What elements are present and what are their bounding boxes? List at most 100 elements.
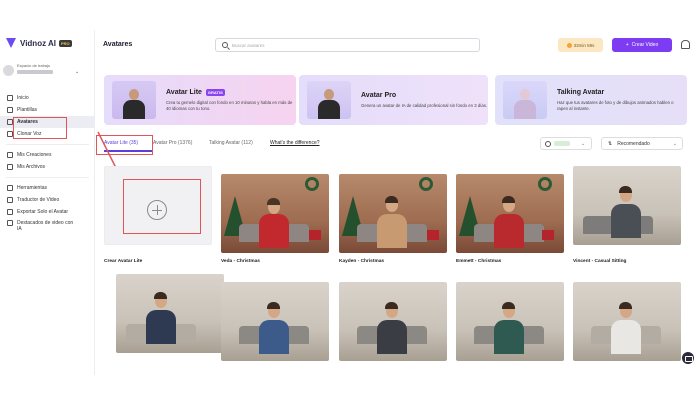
tile-label: Veda - Christmas bbox=[221, 259, 260, 264]
gift-decoration bbox=[542, 230, 554, 240]
sidebar-item-mis-archivos[interactable]: Mis Archivos bbox=[0, 161, 95, 173]
create-video-label: Crear Video bbox=[631, 42, 659, 48]
sidebar-item-herramientas[interactable]: Herramientas bbox=[0, 182, 95, 194]
filter-pill bbox=[554, 141, 570, 146]
card-avatar-lite[interactable]: Avatar Lite GRATIS Crea tu gemelo digita… bbox=[104, 75, 296, 125]
bell-icon[interactable] bbox=[681, 40, 690, 49]
person-hair bbox=[385, 302, 398, 309]
card-title-text: Avatar Lite bbox=[166, 88, 202, 96]
workspace-name-redacted bbox=[17, 70, 53, 74]
creations-icon bbox=[7, 152, 13, 158]
sidebar-item-label: Mis Archivos bbox=[17, 164, 46, 170]
sidebar-item-label: Inicio bbox=[17, 95, 29, 101]
whats-the-difference-link[interactable]: What's the difference? bbox=[270, 140, 320, 146]
files-icon bbox=[7, 164, 13, 170]
create-video-button[interactable]: + Crear Video bbox=[612, 38, 672, 52]
gift-decoration bbox=[309, 230, 321, 240]
card-text: Avatar Pro Genera un avatar de IA de cal… bbox=[361, 92, 489, 109]
sort-select[interactable]: ⇅ Recomendado ⌄ bbox=[601, 137, 683, 150]
chevron-down-icon: ⌄ bbox=[75, 69, 80, 75]
card-title: Avatar Pro bbox=[361, 92, 489, 99]
person-head bbox=[129, 89, 139, 100]
person-body bbox=[318, 100, 340, 119]
person-body bbox=[123, 100, 145, 119]
card-image bbox=[503, 81, 547, 119]
sort-icon: ⇅ bbox=[608, 140, 613, 147]
tile-label: Emmett - Christmas bbox=[456, 259, 502, 264]
export-icon bbox=[7, 209, 13, 215]
divider bbox=[6, 177, 89, 178]
home-icon bbox=[7, 95, 13, 101]
sidebar-nav: Inicio Plantillas Avatares Clonar Voz Mi… bbox=[0, 92, 95, 234]
gratis-badge: GRATIS bbox=[205, 88, 225, 96]
avatar-tile[interactable] bbox=[456, 282, 564, 361]
pro-badge: PRO bbox=[59, 39, 72, 47]
sort-label: Recomendado bbox=[617, 140, 650, 147]
tab-avatar-pro[interactable]: Avatar Pro (1376) bbox=[153, 140, 192, 146]
card-title-text: Talking Avatar bbox=[557, 88, 605, 96]
person-body bbox=[377, 214, 407, 248]
tile-label: Kayden - Christmas bbox=[339, 259, 385, 264]
person-hair bbox=[267, 302, 280, 309]
person-hair bbox=[267, 198, 280, 205]
card-avatar-pro[interactable]: Avatar Pro Genera un avatar de IA de cal… bbox=[299, 75, 488, 125]
avatar-tile-kayden[interactable] bbox=[339, 174, 447, 253]
filter-toggle[interactable]: ⌄ bbox=[540, 137, 592, 150]
card-desc: Haz que tus avatares de foto y de dibujo… bbox=[557, 99, 674, 111]
card-text: Talking Avatar Haz que tus avatares de f… bbox=[557, 89, 685, 112]
header: Avatares Buscar avatares 33min 59s + Cre… bbox=[95, 30, 700, 60]
sidebar-item-label: Plantillas bbox=[17, 107, 38, 113]
tab-talking-avatar[interactable]: Talking Avatar (112) bbox=[209, 140, 253, 146]
person-body bbox=[514, 100, 536, 119]
search-placeholder: Buscar avatares bbox=[232, 42, 265, 48]
avatar-tile-vincent[interactable] bbox=[573, 166, 681, 245]
tools-icon bbox=[7, 185, 13, 191]
sidebar-item-destacados[interactable]: Destacados de video con IA bbox=[0, 218, 95, 234]
card-title-text: Avatar Pro bbox=[361, 91, 397, 99]
sidebar-item-label: Destacados de video con IA bbox=[17, 220, 74, 232]
person-body bbox=[146, 310, 176, 344]
avatar-tile[interactable] bbox=[339, 282, 447, 361]
sidebar-item-traductor[interactable]: Traductor de Video bbox=[0, 194, 95, 206]
wreath-decoration bbox=[538, 177, 552, 191]
person-head bbox=[324, 89, 334, 100]
avatar-tile[interactable] bbox=[116, 274, 224, 353]
card-title: Talking Avatar bbox=[557, 89, 685, 96]
avatar bbox=[3, 65, 14, 76]
highlight-icon bbox=[7, 220, 13, 226]
card-desc: Crea tu gemelo digital con fondo en 10 m… bbox=[166, 99, 293, 111]
workspace-switcher[interactable]: Espacio de trabajo ⌄ bbox=[3, 63, 91, 81]
sidebar-item-exportar[interactable]: Exportar Solo el Avatar bbox=[0, 206, 95, 218]
search-input[interactable]: Buscar avatares bbox=[215, 38, 480, 52]
workspace-label: Espacio de trabajo bbox=[17, 63, 51, 68]
vidnoz-logo-icon bbox=[6, 38, 17, 48]
person-body bbox=[611, 204, 641, 238]
plus-icon[interactable] bbox=[147, 200, 167, 220]
translate-icon bbox=[7, 197, 13, 203]
plus-icon: + bbox=[625, 42, 629, 48]
chevron-down-icon: ⌄ bbox=[581, 140, 586, 147]
person-hair bbox=[502, 302, 515, 309]
sidebar-item-inicio[interactable]: Inicio bbox=[0, 92, 95, 104]
card-image bbox=[112, 81, 156, 119]
tile-label: Crear Avatar Lite bbox=[104, 259, 143, 264]
card-text: Avatar Lite GRATIS Crea tu gemelo digita… bbox=[166, 88, 294, 112]
person-hair bbox=[619, 186, 632, 193]
chat-support-icon[interactable] bbox=[682, 352, 694, 364]
card-title: Avatar Lite GRATIS bbox=[166, 88, 294, 96]
avatar-tile-veda[interactable] bbox=[221, 174, 329, 253]
person-body bbox=[259, 320, 289, 354]
credits-text: 33min 59s bbox=[573, 42, 595, 48]
avatar-tile[interactable] bbox=[221, 282, 329, 361]
avatar-tile[interactable] bbox=[573, 282, 681, 361]
sidebar-item-plantillas[interactable]: Plantillas bbox=[0, 104, 95, 116]
card-talking-avatar[interactable]: Talking Avatar Haz que tus avatares de f… bbox=[495, 75, 687, 125]
person-hair bbox=[154, 292, 167, 299]
person-body bbox=[494, 214, 524, 248]
credits-badge[interactable]: 33min 59s bbox=[558, 38, 603, 52]
brand[interactable]: Vidnoz AI PRO bbox=[6, 38, 72, 48]
avatar-tile-emmett[interactable] bbox=[456, 174, 564, 253]
card-image bbox=[307, 81, 351, 119]
person-body bbox=[494, 320, 524, 354]
sidebar-item-mis-creaciones[interactable]: Mis Creaciones bbox=[0, 149, 95, 161]
